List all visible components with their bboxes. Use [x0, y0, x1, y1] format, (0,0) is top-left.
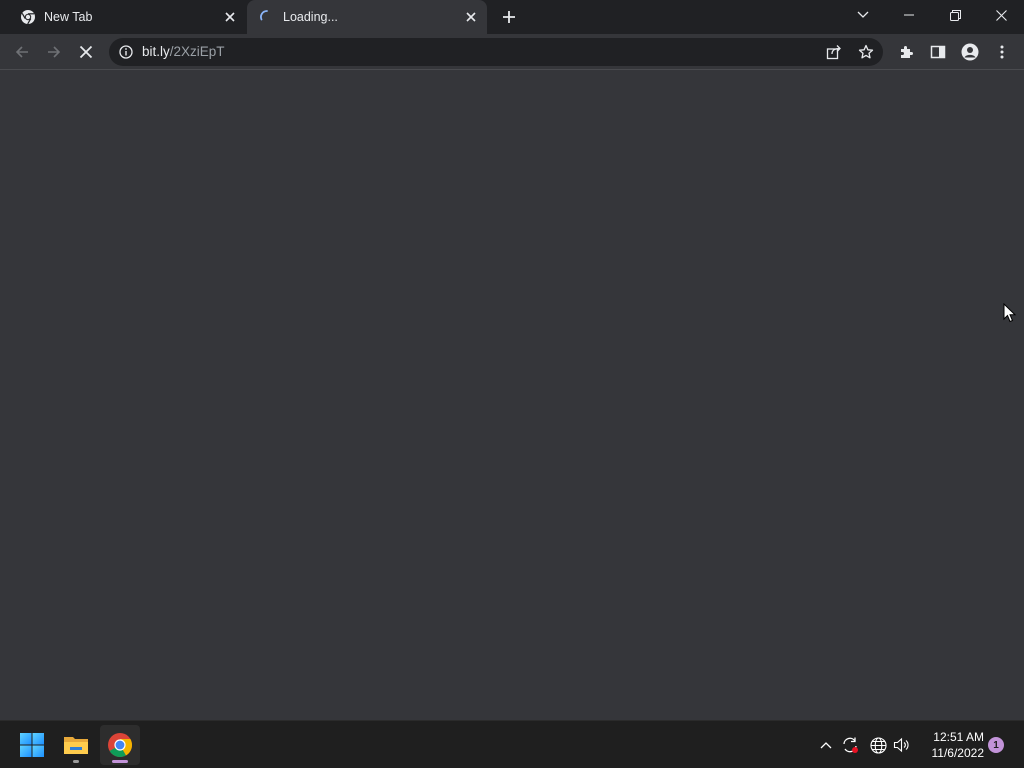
- back-button[interactable]: [8, 38, 36, 66]
- menu-icon: [1000, 45, 1004, 59]
- side-panel-icon: [930, 45, 946, 59]
- volume-icon[interactable]: [892, 735, 912, 755]
- profile-button[interactable]: [956, 38, 984, 66]
- stop-icon: [79, 45, 93, 59]
- loading-spinner-icon: [259, 9, 275, 25]
- windows-start-icon: [20, 733, 44, 757]
- chevron-up-icon[interactable]: [816, 735, 836, 755]
- url-host: bit.ly: [142, 44, 170, 59]
- sync-icon[interactable]: [840, 735, 860, 755]
- arrow-right-icon: [48, 46, 61, 58]
- notification-badge[interactable]: 1: [988, 737, 1004, 753]
- plus-icon: [503, 11, 515, 23]
- clock-date: 11/6/2022: [931, 746, 985, 760]
- extensions-button[interactable]: [892, 38, 920, 66]
- side-panel-button[interactable]: [924, 38, 952, 66]
- restore-button[interactable]: [932, 0, 978, 30]
- site-info-icon[interactable]: [118, 44, 134, 60]
- chrome-taskbar-button[interactable]: [100, 725, 140, 765]
- network-globe-icon[interactable]: [868, 735, 888, 755]
- close-tab-icon[interactable]: [461, 7, 481, 27]
- minimize-button[interactable]: [886, 0, 932, 30]
- close-icon: [995, 9, 1007, 21]
- mouse-cursor-icon: [1003, 302, 1017, 328]
- restore-icon: [949, 9, 961, 21]
- close-window-button[interactable]: [978, 0, 1024, 30]
- url-text[interactable]: bit.ly/2XziEpT: [142, 38, 225, 66]
- close-tab-icon[interactable]: [220, 7, 240, 27]
- extensions-icon: [901, 46, 913, 58]
- tab-search-button[interactable]: [840, 0, 886, 30]
- address-bar[interactable]: bit.ly/2XziEpT: [109, 38, 883, 66]
- tab-strip: New Tab Loading...: [0, 0, 1024, 34]
- profile-icon: [961, 43, 979, 61]
- clock-time: 12:51 AM: [933, 730, 984, 744]
- running-indicator: [73, 760, 79, 763]
- tab-loading[interactable]: Loading...: [247, 0, 487, 34]
- taskbar: 12:51 AM 11/6/2022 1: [0, 720, 1024, 768]
- active-indicator: [112, 760, 128, 763]
- chrome-icon: [108, 733, 133, 758]
- file-explorer-button[interactable]: [56, 725, 96, 765]
- stop-loading-button[interactable]: [72, 38, 100, 66]
- forward-button[interactable]: [40, 38, 68, 66]
- tab-new-tab[interactable]: New Tab: [8, 0, 246, 34]
- chevron-down-icon: [857, 11, 869, 18]
- tab-title: Loading...: [283, 10, 338, 24]
- share-icon[interactable]: [824, 42, 844, 62]
- new-tab-button[interactable]: [497, 5, 521, 29]
- file-explorer-icon: [64, 737, 88, 754]
- url-path: /2XziEpT: [169, 44, 225, 59]
- browser-toolbar: bit.ly/2XziEpT: [0, 34, 1024, 70]
- tab-title: New Tab: [44, 10, 93, 24]
- minimize-icon: [904, 14, 914, 16]
- start-button[interactable]: [12, 725, 52, 765]
- arrow-left-icon: [15, 46, 28, 58]
- page-content[interactable]: [0, 70, 1024, 720]
- chrome-icon: [20, 9, 36, 25]
- chrome-menu-button[interactable]: [988, 38, 1016, 66]
- system-clock[interactable]: 12:51 AM 11/6/2022: [918, 729, 985, 761]
- bookmark-star-icon[interactable]: [856, 42, 876, 62]
